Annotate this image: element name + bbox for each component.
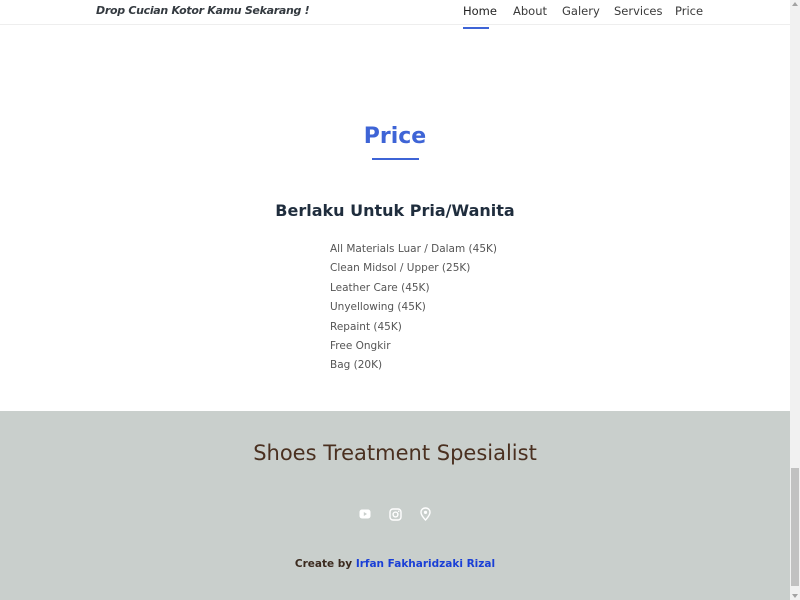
brand-tagline: Drop Cucian Kotor Kamu Sekarang ! [96, 4, 310, 17]
navbar: Drop Cucian Kotor Kamu Sekarang ! Home A… [0, 0, 790, 29]
youtube-icon[interactable] [357, 506, 373, 522]
list-item: Free Ongkir [330, 340, 391, 353]
scroll-down-icon[interactable] [792, 594, 798, 598]
list-item: Repaint (45K) [330, 320, 402, 333]
list-item: Unyellowing (45K) [330, 301, 426, 314]
credit-prefix: Create by [294, 558, 353, 570]
nav-about[interactable]: About [513, 4, 547, 18]
price-subtitle: Berlaku Untuk Pria/Wanita [275, 201, 515, 220]
nav-services[interactable]: Services [614, 4, 663, 18]
nav-active-indicator [463, 27, 489, 29]
scroll-thumb[interactable] [791, 468, 799, 586]
page: Drop Cucian Kotor Kamu Sekarang ! Home A… [0, 0, 790, 600]
list-item: Bag (20K) [330, 359, 383, 372]
title-underline [372, 158, 419, 160]
credit-line: Create by Irfan Fakharidzaki Rizal [0, 558, 790, 570]
footer: Shoes Treatment Spesialist Create by Irf… [0, 411, 790, 600]
nav-home[interactable]: Home [463, 4, 497, 18]
instagram-icon[interactable] [387, 506, 403, 522]
list-item: All Materials Luar / Dalam (45K) [330, 243, 497, 255]
page-scrollbar[interactable] [790, 0, 800, 600]
list-item: Leather Care (45K) [330, 281, 430, 294]
section-title: Price [363, 124, 427, 149]
nav-galery[interactable]: Galery [562, 4, 600, 18]
scroll-up-icon[interactable] [792, 2, 798, 6]
footer-title: Shoes Treatment Spesialist [253, 441, 537, 465]
price-list: All Materials Luar / Dalam (45K) Clean M… [330, 240, 497, 376]
nav-price[interactable]: Price [675, 4, 703, 18]
author-link[interactable]: Irfan Fakharidzaki Rizal [356, 558, 495, 570]
location-icon[interactable] [417, 506, 433, 522]
list-item: Clean Midsol / Upper (25K) [330, 262, 471, 275]
